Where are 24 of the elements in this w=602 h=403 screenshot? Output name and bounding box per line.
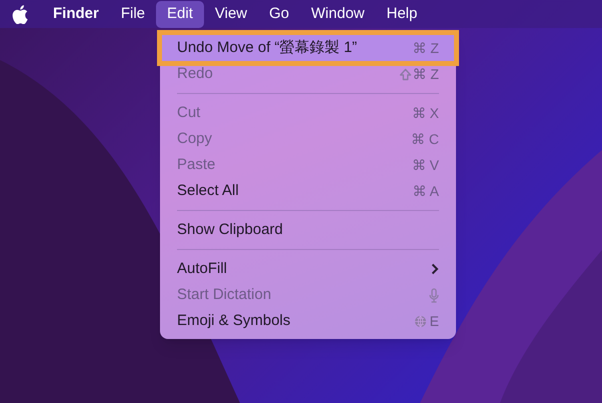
menu-item[interactable]: AutoFill — [166, 256, 450, 282]
menu-item[interactable]: Show Clipboard — [166, 217, 450, 243]
apple-logo-icon[interactable] — [12, 4, 28, 24]
menu-bar-item[interactable]: Edit — [156, 0, 204, 28]
keyboard-shortcut: ⌘ A — [412, 182, 439, 200]
menu-item[interactable]: Select All ⌘ A — [166, 178, 450, 204]
keyboard-shortcut: ⌘ Z — [412, 64, 439, 84]
chevron-right-icon — [431, 263, 439, 275]
menu-bar-item[interactable]: Finder — [42, 0, 110, 28]
menu-bar-item[interactable]: Go — [258, 0, 300, 28]
keyboard-shortcut: ⌘ Z — [412, 38, 439, 58]
keyboard-shortcut: E — [430, 312, 439, 330]
menu-bar-item[interactable]: File — [110, 0, 156, 28]
shift-key-icon — [398, 68, 412, 80]
keyboard-shortcut: ⌘ V — [412, 156, 439, 174]
menu-item[interactable]: Emoji & Symbols E — [166, 308, 450, 334]
menu-bar-item[interactable]: View — [204, 0, 258, 28]
keyboard-shortcut: ⌘ X — [412, 104, 439, 122]
menu-bar-item[interactable]: Help — [376, 0, 428, 28]
menu-item[interactable]: Undo Move of “螢幕錄製 1” ⌘ Z — [162, 35, 454, 61]
menu-bar-item[interactable]: Window — [300, 0, 376, 28]
keyboard-shortcut: ⌘ C — [411, 130, 439, 148]
microphone-icon — [429, 288, 439, 302]
globe-icon — [414, 314, 427, 328]
